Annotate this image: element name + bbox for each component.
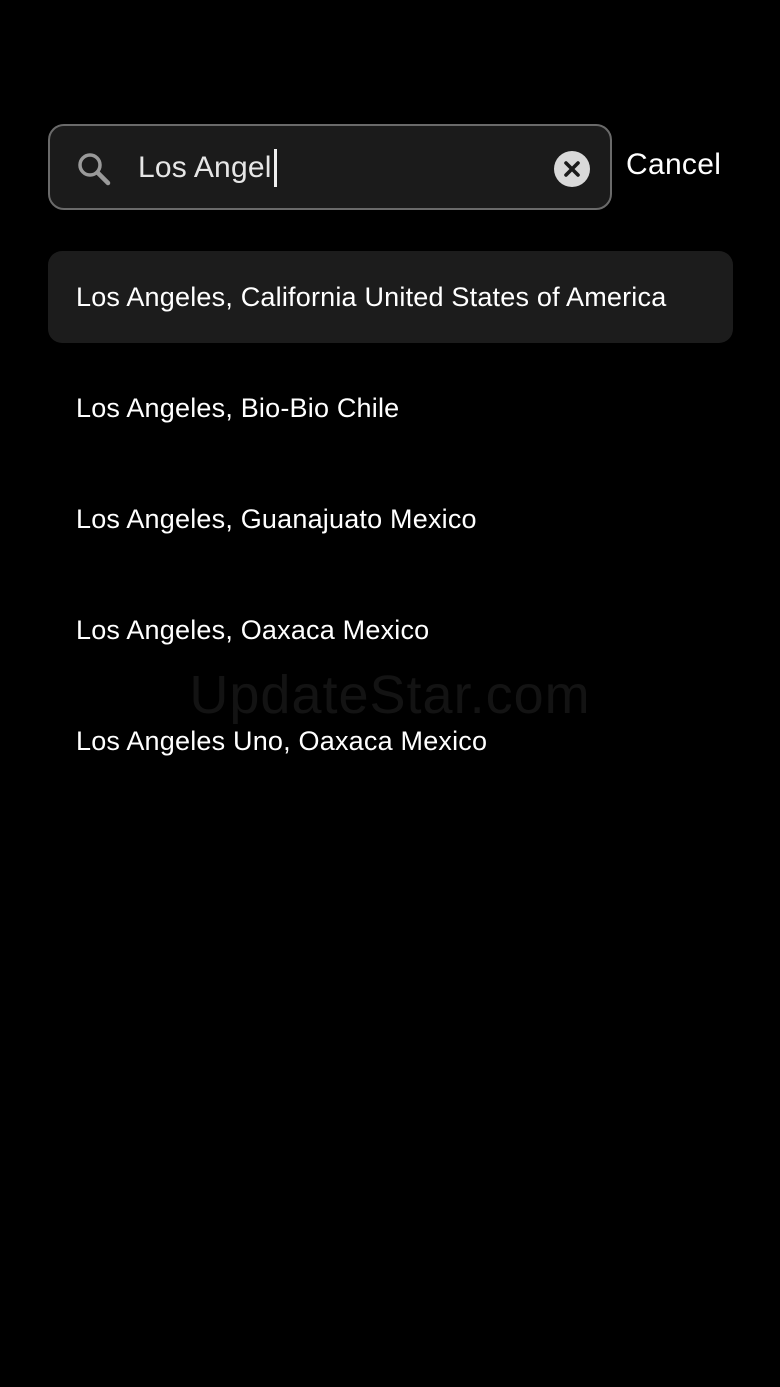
result-item[interactable]: Los Angeles, Guanajuato Mexico: [48, 473, 733, 565]
result-item-label: Los Angeles, Oaxaca Mexico: [76, 614, 430, 645]
result-item[interactable]: Los Angeles, Oaxaca Mexico: [48, 584, 733, 676]
result-item[interactable]: Los Angeles Uno, Oaxaca Mexico: [48, 695, 733, 787]
search-input[interactable]: Los Angel: [138, 144, 538, 192]
text-caret: [273, 149, 277, 187]
result-item-label: Los Angeles, California United States of…: [76, 281, 667, 312]
result-item-label: Los Angeles, Bio-Bio Chile: [76, 392, 400, 423]
result-item[interactable]: Los Angeles, California United States of…: [48, 251, 733, 343]
result-item-label: Los Angeles Uno, Oaxaca Mexico: [76, 725, 488, 756]
search-input-value: Los Angel: [138, 151, 272, 184]
clear-icon[interactable]: [554, 151, 590, 187]
result-item-label: Los Angeles, Guanajuato Mexico: [76, 503, 477, 534]
cancel-button[interactable]: Cancel: [626, 143, 721, 187]
search-bar[interactable]: Los Angel: [48, 124, 612, 210]
result-item[interactable]: Los Angeles, Bio-Bio Chile: [48, 362, 733, 454]
search-results-list: Los Angeles, California United States of…: [48, 251, 733, 806]
search-icon: [76, 151, 112, 187]
